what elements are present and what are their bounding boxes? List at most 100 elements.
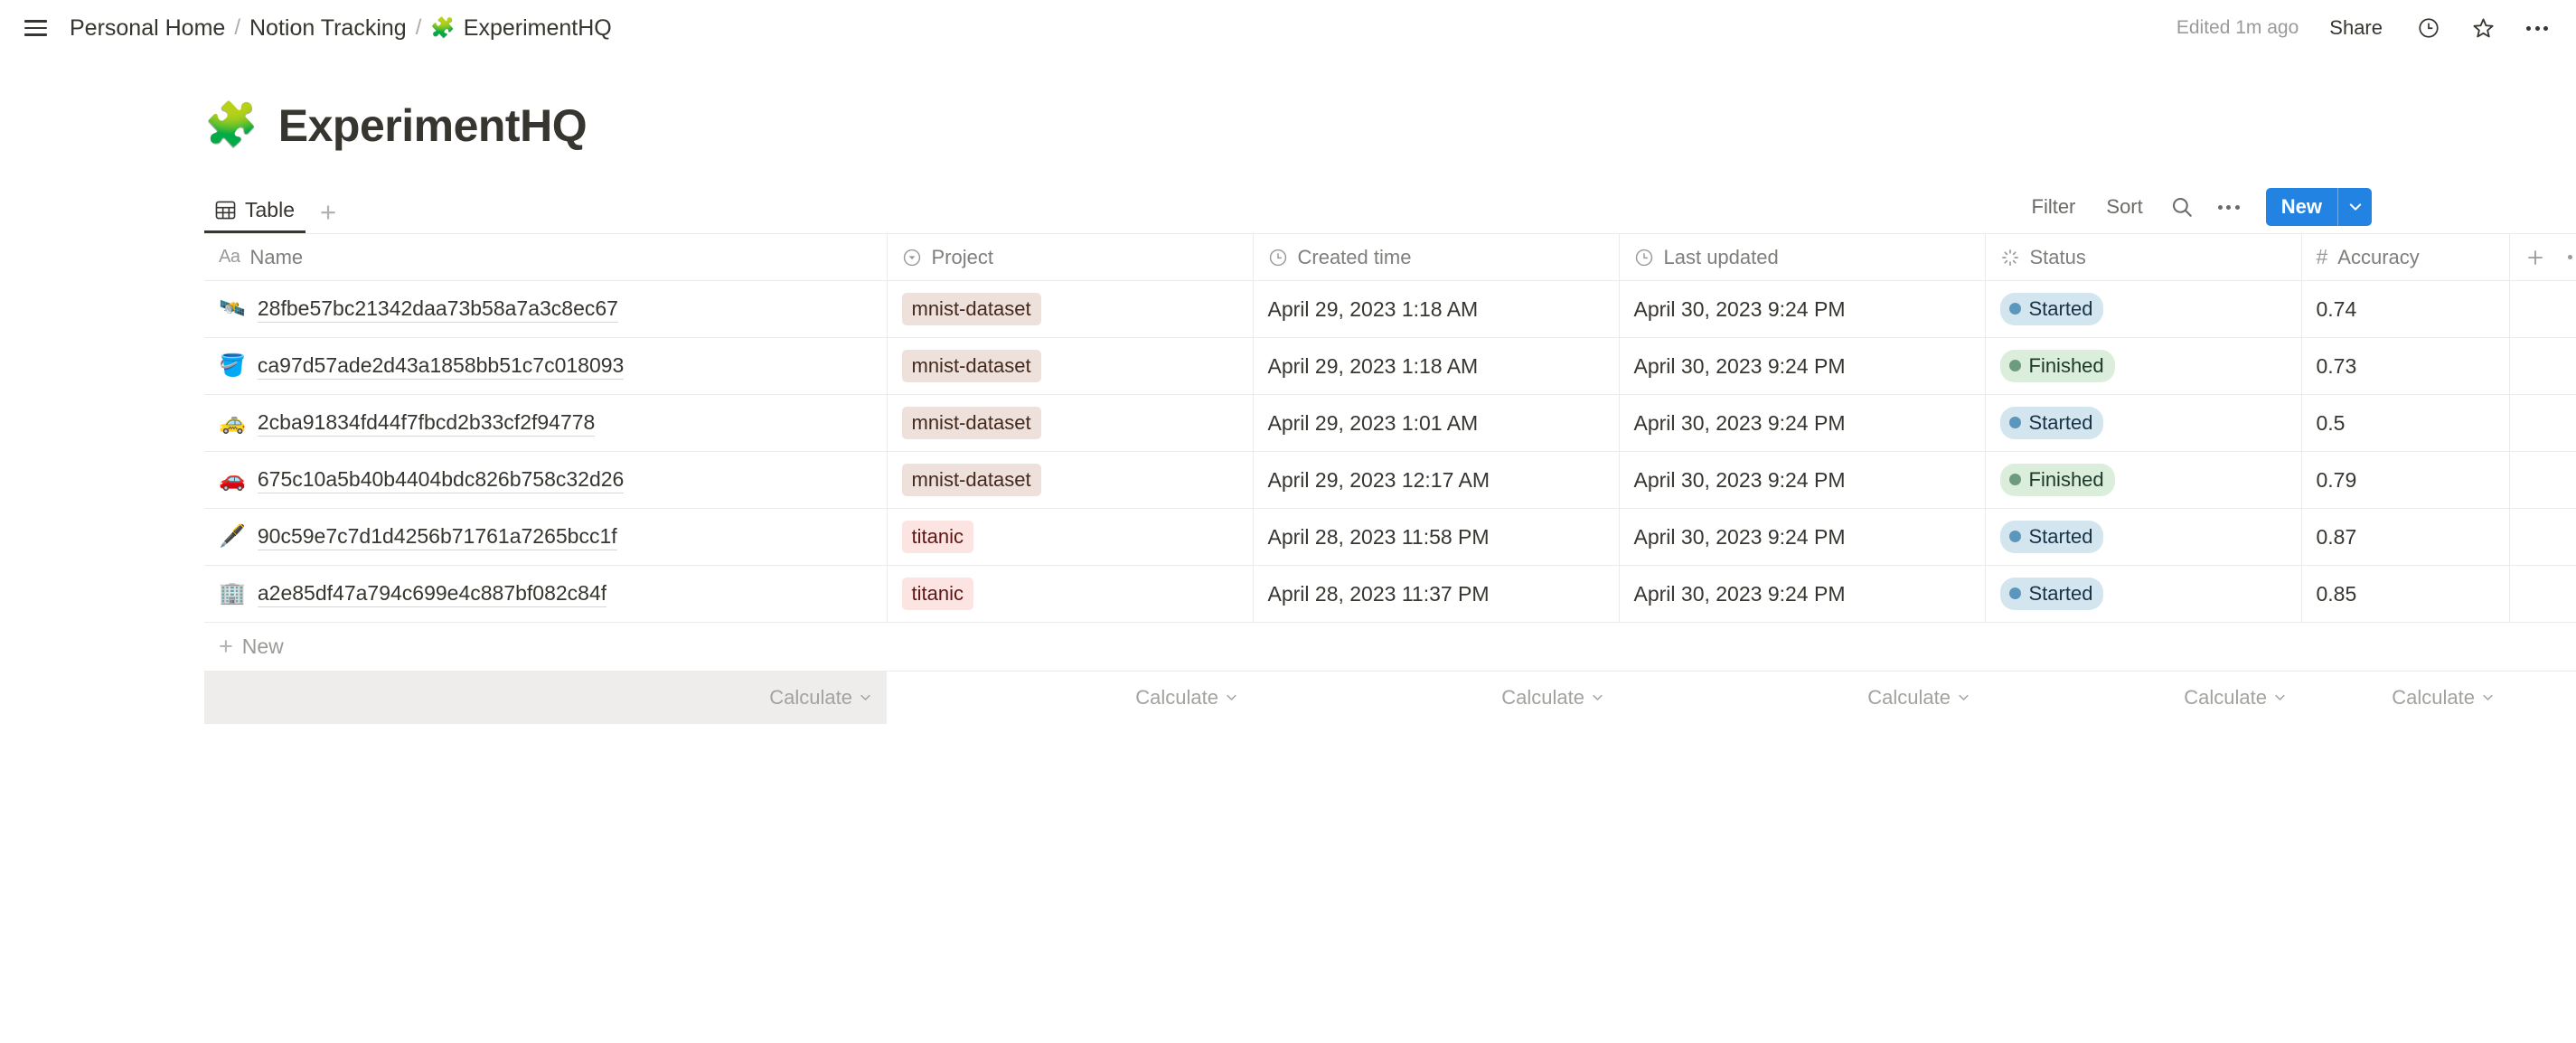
- cell-project[interactable]: titanic: [887, 565, 1254, 623]
- breadcrumb-item-personal-home[interactable]: Personal Home: [65, 13, 230, 44]
- cell-created-time[interactable]: April 29, 2023 1:18 AM: [1253, 280, 1620, 338]
- project-tag: mnist-dataset: [901, 406, 1041, 440]
- table-row[interactable]: 🛰️ 28fbe57bc21342daa73b58a7a3c8ec67 mnist-…: [204, 280, 2576, 338]
- cell-status[interactable]: Finished: [1985, 337, 2302, 395]
- calculate-dropdown[interactable]: Calculate: [1501, 686, 1604, 709]
- cell-status[interactable]: Started: [1985, 565, 2302, 623]
- chevron-down-icon[interactable]: [2337, 188, 2372, 226]
- row-emoji-icon: 🚕: [219, 410, 246, 435]
- calculate-label: Calculate: [1501, 685, 1584, 709]
- new-row-cell[interactable]: + New: [204, 622, 2576, 672]
- cell-last-updated[interactable]: April 30, 2023 9:24 PM: [1619, 508, 1986, 566]
- cell-name[interactable]: 🛰️ 28fbe57bc21342daa73b58a7a3c8ec67: [204, 280, 888, 338]
- table-row[interactable]: 🚕 2cba91834fd44f7fbcd2b33cf2f94778 mnist-d…: [204, 394, 2576, 452]
- cell-last-updated[interactable]: April 30, 2023 9:24 PM: [1619, 451, 1986, 509]
- cell-name[interactable]: 🪣 ca97d57ade2d43a1858bb51c7c018093: [204, 337, 888, 395]
- more-options-icon[interactable]: [2567, 255, 2576, 259]
- row-title-link[interactable]: 2cba91834fd44f7fbcd2b33cf2f94778: [257, 410, 596, 437]
- cell-created-time[interactable]: April 28, 2023 11:58 PM: [1253, 508, 1620, 566]
- cell-project[interactable]: titanic: [887, 508, 1254, 566]
- row-title-link[interactable]: 90c59e7c7d1d4256b71761a7265bcc1f: [257, 524, 617, 550]
- project-tag: mnist-dataset: [901, 292, 1041, 326]
- cell-last-updated[interactable]: April 30, 2023 9:24 PM: [1619, 337, 1986, 395]
- plus-icon[interactable]: [2524, 247, 2546, 268]
- more-options-icon[interactable]: [2522, 13, 2552, 43]
- cell-name[interactable]: 🚗 675c10a5b40b4404bdc826b758c32d26: [204, 451, 888, 509]
- cell-project[interactable]: mnist-dataset: [887, 451, 1254, 509]
- share-button[interactable]: Share: [2322, 12, 2390, 44]
- cell-last-updated[interactable]: April 30, 2023 9:24 PM: [1619, 394, 1986, 452]
- hamburger-icon[interactable]: [20, 13, 51, 43]
- cell-name[interactable]: 🖋️ 90c59e7c7d1d4256b71761a7265bcc1f: [204, 508, 888, 566]
- cell-status[interactable]: Finished: [1985, 451, 2302, 509]
- search-icon[interactable]: [2168, 193, 2195, 221]
- cell-project[interactable]: mnist-dataset: [887, 337, 1254, 395]
- calculate-dropdown[interactable]: Calculate: [769, 686, 872, 709]
- column-header-name[interactable]: Aa Name: [204, 233, 888, 281]
- cell-status[interactable]: Started: [1985, 394, 2302, 452]
- calculate-dropdown[interactable]: Calculate: [2184, 686, 2287, 709]
- calculate-dropdown[interactable]: Calculate: [1867, 686, 1970, 709]
- breadcrumb-item-notion-tracking[interactable]: Notion Tracking: [245, 13, 411, 44]
- calculate-cell[interactable]: Calculate: [887, 672, 1253, 724]
- cell-accuracy[interactable]: 0.5: [2301, 394, 2510, 452]
- puzzle-piece-icon[interactable]: 🧩: [204, 104, 259, 147]
- column-header-label: Accuracy: [2337, 245, 2420, 268]
- column-header-accuracy[interactable]: # Accuracy: [2301, 233, 2510, 281]
- calculate-dropdown[interactable]: Calculate: [2392, 686, 2495, 709]
- cell-name[interactable]: 🚕 2cba91834fd44f7fbcd2b33cf2f94778: [204, 394, 888, 452]
- cell-created-time[interactable]: April 29, 2023 1:18 AM: [1253, 337, 1620, 395]
- cell-status[interactable]: Started: [1985, 280, 2302, 338]
- clock-icon[interactable]: [2413, 13, 2444, 43]
- table-row[interactable]: 🖋️ 90c59e7c7d1d4256b71761a7265bcc1f titani…: [204, 508, 2576, 566]
- row-title-link[interactable]: ca97d57ade2d43a1858bb51c7c018093: [257, 353, 625, 380]
- new-row-label: New: [241, 634, 284, 658]
- calculate-cell[interactable]: Calculate: [2301, 672, 2509, 724]
- row-title-link[interactable]: 675c10a5b40b4404bdc826b758c32d26: [257, 467, 625, 493]
- calculate-cell[interactable]: Calculate: [204, 671, 887, 724]
- table-row[interactable]: 🏢 a2e85df47a794c699e4c887bf082c84f titanic…: [204, 565, 2576, 623]
- cell-spacer: [2509, 565, 2576, 623]
- table-row[interactable]: 🚗 675c10a5b40b4404bdc826b758c32d26 mnist-d…: [204, 451, 2576, 509]
- calculate-cell[interactable]: Calculate: [1253, 672, 1619, 724]
- cell-created-time[interactable]: April 29, 2023 12:17 AM: [1253, 451, 1620, 509]
- cell-accuracy[interactable]: 0.87: [2301, 508, 2510, 566]
- cell-accuracy[interactable]: 0.74: [2301, 280, 2510, 338]
- new-row[interactable]: + New: [204, 622, 2576, 672]
- cell-accuracy[interactable]: 0.79: [2301, 451, 2510, 509]
- cell-accuracy[interactable]: 0.73: [2301, 337, 2510, 395]
- row-title-link[interactable]: 28fbe57bc21342daa73b58a7a3c8ec67: [257, 296, 618, 323]
- page-title[interactable]: ExperimentHQ: [278, 99, 588, 152]
- tab-table[interactable]: Table: [204, 193, 306, 233]
- column-header-last-updated[interactable]: Last updated: [1619, 233, 1986, 281]
- cell-last-updated[interactable]: April 30, 2023 9:24 PM: [1619, 280, 1986, 338]
- column-header-project[interactable]: Project: [887, 233, 1254, 281]
- column-header-status[interactable]: Status: [1985, 233, 2302, 281]
- calculate-cell[interactable]: Calculate: [1985, 672, 2301, 724]
- column-header-created-time[interactable]: Created time: [1253, 233, 1620, 281]
- cell-last-updated[interactable]: April 30, 2023 9:24 PM: [1619, 565, 1986, 623]
- project-tag: titanic: [901, 577, 973, 611]
- star-icon[interactable]: [2468, 13, 2498, 43]
- sort-button[interactable]: Sort: [2101, 192, 2148, 222]
- add-view-button[interactable]: +: [309, 198, 347, 233]
- calculate-dropdown[interactable]: Calculate: [1135, 686, 1238, 709]
- cell-project[interactable]: mnist-dataset: [887, 394, 1254, 452]
- cell-name[interactable]: 🏢 a2e85df47a794c699e4c887bf082c84f: [204, 565, 888, 623]
- cell-created-time[interactable]: April 29, 2023 1:01 AM: [1253, 394, 1620, 452]
- cell-spacer: [2509, 394, 2576, 452]
- breadcrumb-item-experimenthq[interactable]: 🧩 ExperimentHQ: [426, 13, 616, 44]
- status-dot-icon: [2008, 474, 2021, 486]
- clock-icon: [1268, 248, 1288, 268]
- filter-button[interactable]: Filter: [2026, 192, 2082, 222]
- more-options-icon[interactable]: [2215, 193, 2242, 221]
- cell-status[interactable]: Started: [1985, 508, 2302, 566]
- cell-project[interactable]: mnist-dataset: [887, 280, 1254, 338]
- calculate-cell[interactable]: Calculate: [1619, 672, 1985, 724]
- cell-created-time[interactable]: April 28, 2023 11:37 PM: [1253, 565, 1620, 623]
- table-row[interactable]: 🪣 ca97d57ade2d43a1858bb51c7c018093 mnist-d…: [204, 337, 2576, 395]
- table-icon: [215, 201, 236, 220]
- new-button[interactable]: New: [2266, 188, 2337, 226]
- row-title-link[interactable]: a2e85df47a794c699e4c887bf082c84f: [257, 581, 607, 607]
- cell-accuracy[interactable]: 0.85: [2301, 565, 2510, 623]
